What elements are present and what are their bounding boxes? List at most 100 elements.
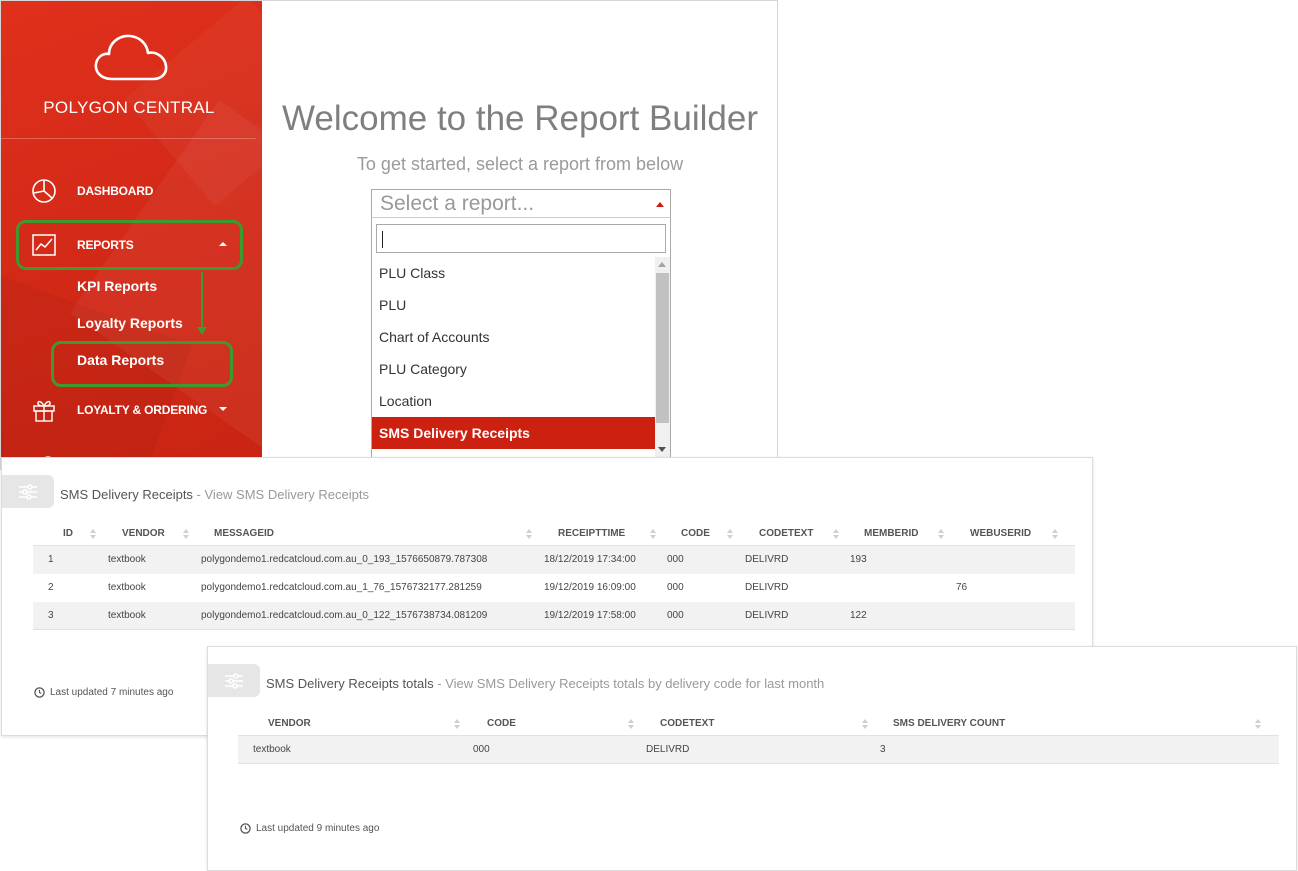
report-description: View SMS Delivery Receipts [204,487,369,502]
cell-messageid: polygondemo1.redcatcloud.com.au_0_193_15… [201,554,488,565]
column-header-receipttime[interactable]: RECEIPTTIME [558,522,625,546]
dropdown-scrollbar[interactable] [655,257,670,457]
report-settings-tab[interactable] [2,475,54,508]
cell-vendor: textbook [108,554,146,565]
sidebar-item-loyalty-ordering[interactable]: LOYALTY & ORDERING [31,395,241,425]
sort-icon[interactable] [650,529,656,539]
cell-receipttime: 19/12/2019 17:58:00 [544,610,636,621]
sort-icon[interactable] [727,529,733,539]
chevron-up-icon [656,202,664,207]
report-select[interactable]: Select a report... [371,189,671,218]
column-header-messageid[interactable]: MESSAGEID [214,522,274,546]
column-header-memberid[interactable]: MEMBERID [864,522,918,546]
report-title-separator: - [192,487,205,502]
main-content: Welcome to the Report Builder To get sta… [262,1,777,469]
cell-messageid: polygondemo1.redcatcloud.com.au_0_122_15… [201,610,488,621]
cell-receipttime: 19/12/2019 16:09:00 [544,582,636,593]
sidebar-item-label: LOYALTY & ORDERING [77,403,208,417]
highlight-box-reports [16,220,243,270]
dropdown-option-selected[interactable]: SMS Delivery Receipts [372,417,655,449]
sort-icon[interactable] [183,529,189,539]
table-header: VENDOR CODE CODETEXT SMS DELIVERY COUNT [238,712,1279,736]
clock-icon [34,687,45,698]
sidebar-subitem-loyalty-reports[interactable]: Loyalty Reports [77,315,183,331]
last-updated-text: Last updated 9 minutes ago [256,823,380,834]
sort-icon[interactable] [454,719,460,729]
cell-id: 2 [48,582,54,593]
column-header-sms-delivery-count[interactable]: SMS DELIVERY COUNT [893,712,1005,736]
highlight-box-data-reports [51,341,233,387]
pie-chart-icon [31,178,61,204]
cell-codetext: DELIVRD [646,744,690,755]
column-header-code[interactable]: CODE [681,522,710,546]
cell-messageid: polygondemo1.redcatcloud.com.au_1_76_157… [201,582,482,593]
sort-icon[interactable] [1052,529,1058,539]
sort-icon[interactable] [526,529,532,539]
cell-vendor: textbook [253,744,291,755]
cell-id: 3 [48,610,54,621]
report-settings-tab[interactable] [208,664,260,697]
cell-memberid: 193 [850,554,867,565]
cell-code: 000 [667,582,684,593]
column-header-code[interactable]: CODE [487,712,516,736]
table-row[interactable]: 1 textbook polygondemo1.redcatcloud.com.… [33,546,1075,574]
column-header-codetext[interactable]: CODETEXT [759,522,813,546]
sort-icon[interactable] [90,529,96,539]
dropdown-option[interactable]: PLU Class [372,257,655,289]
sidebar-divider [1,138,256,139]
app-window: POLYGON CENTRAL DASHBOARD REPORTS KPI Re… [0,0,778,470]
sort-icon[interactable] [833,529,839,539]
report-select-placeholder: Select a report... [380,192,535,215]
last-updated: Last updated 9 minutes ago [240,823,379,834]
cell-memberid: 122 [850,610,867,621]
cell-code: 000 [667,554,684,565]
cell-webuserid: 76 [956,582,968,593]
cell-id: 1 [48,554,54,565]
dropdown-option[interactable]: Location [372,385,655,417]
highlight-arrow [201,272,203,329]
report-name: SMS Delivery Receipts totals [266,676,434,691]
clock-icon [240,823,251,834]
dropdown-option[interactable]: PLU [372,289,655,321]
sort-icon[interactable] [862,719,868,729]
text-cursor [382,231,383,248]
cloud-logo-icon [1,31,262,83]
cell-receipttime: 18/12/2019 17:34:00 [544,554,636,565]
column-header-codetext[interactable]: CODETEXT [660,712,714,736]
sort-icon[interactable] [1255,719,1261,729]
dropdown-option[interactable]: PLU Category [372,353,655,385]
last-updated-text: Last updated 7 minutes ago [50,687,174,698]
sort-icon[interactable] [628,719,634,729]
column-header-id[interactable]: ID [63,522,73,546]
sort-icon[interactable] [938,529,944,539]
cell-codetext: DELIVRD [745,554,789,565]
sidebar-item-dashboard[interactable]: DASHBOARD [31,176,241,206]
report-name: SMS Delivery Receipts [60,487,193,502]
column-header-vendor[interactable]: VENDOR [122,522,165,546]
dropdown-options: PLU Class PLU Chart of Accounts PLU Cate… [372,257,655,449]
scroll-down-icon[interactable] [658,447,666,452]
table-row[interactable]: 2 textbook polygondemo1.redcatcloud.com.… [33,574,1075,602]
cell-vendor: textbook [108,610,146,621]
gift-icon [31,397,61,423]
sliders-icon [225,672,243,689]
report-description: View SMS Delivery Receipts totals by del… [445,676,825,691]
scroll-up-icon[interactable] [658,262,666,267]
sidebar-item-label: DASHBOARD [77,184,154,198]
chevron-down-icon [219,407,227,411]
table-row[interactable]: textbook 000 DELIVRD 3 [238,736,1279,764]
column-header-vendor[interactable]: VENDOR [268,712,311,736]
dropdown-option[interactable]: Chart of Accounts [372,321,655,353]
cell-codetext: DELIVRD [745,582,789,593]
column-header-webuserid[interactable]: WEBUSERID [970,522,1031,546]
report-dropdown: PLU Class PLU Chart of Accounts PLU Cate… [371,217,671,469]
sidebar-subitem-kpi-reports[interactable]: KPI Reports [77,278,157,294]
cell-vendor: textbook [108,582,146,593]
highlight-arrow-head [197,327,207,335]
report-title-separator: - [433,676,446,691]
report-title: SMS Delivery Receipts - View SMS Deliver… [60,487,369,502]
table-row[interactable]: 3 textbook polygondemo1.redcatcloud.com.… [33,602,1075,630]
scrollbar-thumb[interactable] [656,273,669,423]
dropdown-search-input[interactable] [376,224,666,253]
cell-code: 000 [667,610,684,621]
